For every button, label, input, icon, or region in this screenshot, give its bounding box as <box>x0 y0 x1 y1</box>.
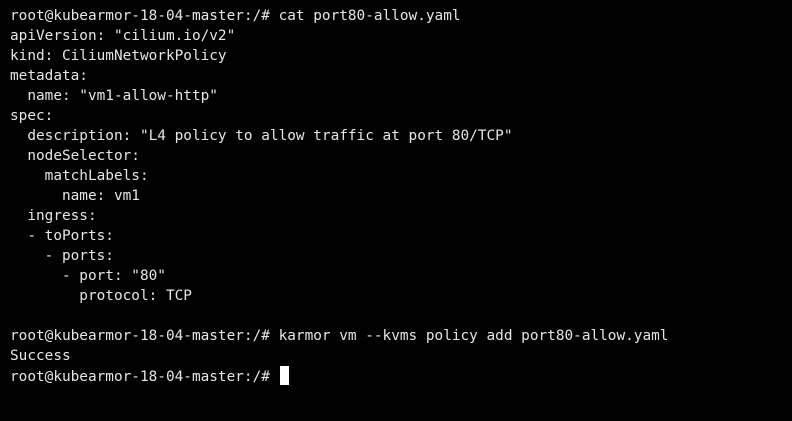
terminal-line-protocol: protocol: TCP <box>10 288 192 304</box>
terminal-line-kind: kind: CiliumNetworkPolicy <box>10 48 227 64</box>
terminal-line-metadata: metadata: <box>10 68 88 84</box>
terminal-prompt-line[interactable]: root@kubearmor-18-04-master:/# <box>10 366 782 386</box>
terminal-line-apiversion: apiVersion: "cilium.io/v2" <box>10 28 236 44</box>
terminal-line-karmor-command: root@kubearmor-18-04-master:/# karmor vm… <box>10 328 669 344</box>
terminal-line-spec: spec: <box>10 108 54 124</box>
terminal-line-label-name: name: vm1 <box>10 188 140 204</box>
terminal-line-match-labels: matchLabels: <box>10 168 149 184</box>
terminal-line-port: - port: "80" <box>10 268 166 284</box>
terminal-line-metadata-name: name: "vm1-allow-http" <box>10 88 218 104</box>
terminal-line-to-ports: - toPorts: <box>10 228 114 244</box>
terminal-line-ingress: ingress: <box>10 208 97 224</box>
cursor-block-icon <box>279 366 289 385</box>
terminal-line-success-output: Success <box>10 348 71 364</box>
terminal-line-node-selector: nodeSelector: <box>10 148 140 164</box>
terminal-prompt: root@kubearmor-18-04-master:/# <box>10 369 279 385</box>
terminal-line-description: description: "L4 policy to allow traffic… <box>10 128 513 144</box>
terminal-line-ports: - ports: <box>10 248 114 264</box>
terminal-line-cat-command: root@kubearmor-18-04-master:/# cat port8… <box>10 8 461 24</box>
terminal-window[interactable]: root@kubearmor-18-04-master:/# cat port8… <box>0 0 792 421</box>
